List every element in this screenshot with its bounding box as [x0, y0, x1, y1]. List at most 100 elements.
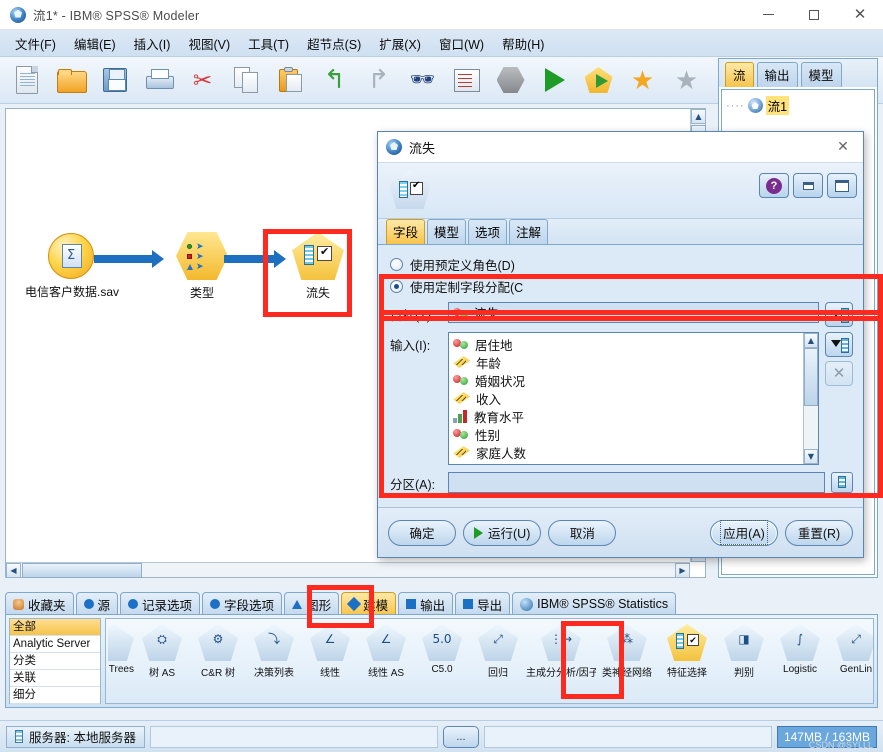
canvas-horizontal-scrollbar[interactable]: ◀ ▶ — [6, 562, 690, 578]
menu-help[interactable]: 帮助(H) — [493, 31, 553, 56]
annotation-button[interactable] — [446, 60, 487, 101]
list-item[interactable]: 年龄 — [453, 353, 818, 371]
list-item[interactable]: 婚姻状况 — [453, 371, 818, 389]
canvas-node-source[interactable]: 电信客户数据.sav — [25, 233, 119, 300]
palette-node-linear[interactable]: ∠ 线性 — [302, 619, 358, 679]
palette-node-linear-as[interactable]: ∠ 线性 AS — [358, 619, 414, 679]
dialog-tab-options[interactable]: 选项 — [468, 219, 508, 244]
dialog-close-button[interactable]: ✕ — [823, 132, 863, 163]
scroll-up-icon[interactable]: ▲ — [804, 333, 818, 348]
palette-node-discriminant[interactable]: ◨ 判别 — [716, 619, 772, 679]
maximize-dialog-button[interactable] — [827, 173, 857, 198]
list-item[interactable]: 教育水平 — [453, 407, 818, 425]
menu-file[interactable]: 文件(F) — [6, 31, 65, 56]
list-item[interactable]: 收入 — [453, 389, 818, 407]
minimize-button[interactable] — [745, 0, 791, 30]
supernode-button[interactable] — [490, 60, 531, 101]
manager-tab-models[interactable]: 模型 — [800, 62, 842, 87]
favorites-button[interactable]: ★ — [622, 60, 663, 101]
palette-node-trees[interactable]: Trees — [108, 619, 134, 675]
palette-node-logistic[interactable]: ∫ Logistic — [772, 619, 828, 675]
close-button[interactable]: ✕ — [837, 0, 883, 30]
undo-button[interactable]: ↰ — [314, 60, 355, 101]
palette-node-regression[interactable]: ⤢ 回归 — [470, 619, 526, 679]
palette-tab-record-ops[interactable]: 记录选项 — [120, 592, 201, 615]
menu-extensions[interactable]: 扩展(X) — [370, 31, 430, 56]
run-selection-button[interactable] — [578, 60, 619, 101]
palette-category-segmentation[interactable]: 细分 — [10, 687, 100, 704]
scroll-right-icon[interactable]: ▶ — [675, 563, 690, 578]
radio-custom-field-assignments[interactable]: 使用定制字段分配(C — [390, 275, 853, 297]
inputs-list-scrollbar[interactable]: ▲ ▼ — [803, 333, 818, 464]
run-button[interactable] — [534, 60, 575, 101]
palette-category-list[interactable]: 全部 Analytic Server 分类 关联 细分 — [9, 618, 101, 704]
manager-list-item[interactable]: ···· 流1 — [726, 96, 870, 115]
palette-node-tree-as[interactable]: ⛭ 树 AS — [134, 619, 190, 679]
paste-button[interactable] — [270, 60, 311, 101]
list-item[interactable]: 性别 — [453, 425, 818, 443]
apply-button[interactable]: 应用(A) — [710, 519, 778, 546]
palette-node-c50[interactable]: 5.0 C5.0 — [414, 619, 470, 675]
menu-tools[interactable]: 工具(T) — [239, 31, 298, 56]
palette-category-classification[interactable]: 分类 — [10, 653, 100, 670]
inputs-remove-button[interactable]: ✕ — [825, 361, 853, 386]
partition-field-input[interactable] — [448, 471, 825, 493]
cancel-button[interactable]: 取消 — [548, 519, 617, 546]
menu-supernode[interactable]: 超节点(S) — [298, 31, 370, 56]
palette-node-genlin[interactable]: ⤢ GenLin — [828, 619, 873, 675]
list-item[interactable]: 居住地 — [453, 335, 818, 353]
scroll-down-icon[interactable]: ▼ — [804, 449, 818, 464]
palette-node-neural-net[interactable]: ⁂ 类神经网络 — [596, 619, 658, 679]
canvas-node-type[interactable]: ➤ ➤ ➤ 类型 — [156, 232, 248, 301]
palette-node-cr-tree[interactable]: ⚙ C&R 树 — [190, 619, 246, 679]
manager-tab-streams[interactable]: 流 — [725, 62, 754, 87]
menu-window[interactable]: 窗口(W) — [430, 31, 493, 56]
copy-button[interactable] — [226, 60, 267, 101]
reset-button[interactable]: 重置(R) — [785, 519, 853, 546]
palette-node-strip[interactable]: Trees ⛭ 树 AS ⚙ C&R 树 ⤵ 决策列表 ∠ 线性 ∠ 线性 AS 5.0 C… — [105, 618, 874, 704]
palette-node-decision-list[interactable]: ⤵ 决策列表 — [246, 619, 302, 679]
ok-button[interactable]: 确定 — [388, 519, 456, 546]
save-button[interactable] — [94, 60, 135, 101]
status-more-button[interactable]: ... — [442, 725, 479, 748]
inputs-scroll-thumb[interactable] — [804, 348, 818, 406]
server-status[interactable]: 服务器: 本地服务器 — [6, 725, 145, 748]
inputs-field-picker-button[interactable] — [825, 332, 853, 357]
palette-tab-export[interactable]: 导出 — [455, 592, 511, 615]
list-item[interactable]: 家庭人数 — [453, 443, 818, 461]
minimize-dialog-button[interactable] — [793, 173, 823, 198]
palette-category-association[interactable]: 关联 — [10, 670, 100, 687]
menu-insert[interactable]: 插入(I) — [125, 31, 180, 56]
radio-button[interactable] — [390, 279, 403, 293]
scroll-left-icon[interactable]: ◀ — [6, 563, 21, 578]
cut-button[interactable]: ✂ — [182, 60, 223, 101]
manager-tab-outputs[interactable]: 输出 — [756, 62, 798, 87]
palette-tab-output[interactable]: 输出 — [398, 592, 454, 615]
palette-category-analytic-server[interactable]: Analytic Server — [10, 636, 100, 653]
help-button[interactable]: ? — [759, 173, 789, 198]
dialog-tab-model[interactable]: 模型 — [427, 219, 467, 244]
inputs-list[interactable]: 居住地 年龄 婚姻状况 收入 教育水平 性别 家庭人数 ▲ ▼ — [448, 332, 819, 465]
open-button[interactable] — [50, 60, 91, 101]
scroll-up-icon[interactable]: ▲ — [691, 109, 706, 124]
new-stream-button[interactable] — [6, 60, 47, 101]
palette-tab-favorites[interactable]: 收藏夹 — [5, 592, 74, 615]
radio-button[interactable] — [390, 257, 403, 271]
menu-edit[interactable]: 编辑(E) — [65, 31, 125, 56]
palette-node-pca-factor[interactable]: ⋮→ 主成分分析/因子 — [526, 619, 596, 679]
partition-field-picker-button[interactable] — [831, 471, 853, 493]
palette-node-feature-selection[interactable]: ✔ 特征选择 — [658, 619, 716, 679]
palette-tab-modeling[interactable]: 建模 — [341, 592, 397, 615]
target-field-picker-button[interactable] — [825, 302, 853, 327]
dialog-tab-fields[interactable]: 字段 — [386, 219, 426, 244]
target-field-input[interactable]: 流失 — [448, 302, 819, 323]
search-button[interactable]: 🕶 — [402, 60, 443, 101]
menu-view[interactable]: 视图(V) — [179, 31, 239, 56]
dialog-tab-annotations[interactable]: 注解 — [509, 219, 549, 244]
canvas-node-feature-selection[interactable]: 流失 — [272, 232, 364, 301]
palette-tab-spss-statistics[interactable]: IBM® SPSS® Statistics — [512, 592, 677, 615]
radio-predefined-roles[interactable]: 使用预定义角色(D) — [390, 253, 853, 275]
print-button[interactable] — [138, 60, 179, 101]
maximize-button[interactable] — [791, 0, 837, 30]
canvas-hscroll-thumb[interactable] — [22, 563, 142, 578]
